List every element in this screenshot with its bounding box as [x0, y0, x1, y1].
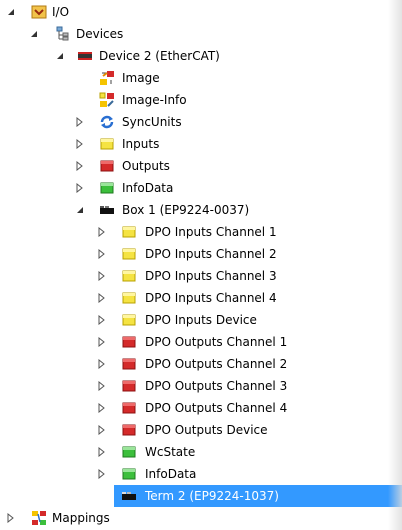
infodata-icon — [121, 466, 137, 482]
collapsed-arrow-icon[interactable] — [98, 358, 106, 370]
collapsed-arrow-icon[interactable] — [98, 468, 106, 480]
tree-item-label: Outputs — [122, 159, 170, 173]
collapsed-arrow-icon[interactable] — [76, 116, 84, 128]
expanded-arrow-icon[interactable] — [76, 204, 84, 214]
tree-item-label: DPO Outputs Channel 2 — [145, 357, 288, 371]
collapsed-arrow-icon[interactable] — [76, 160, 84, 172]
tree-item[interactable]: Term 2 (EP9224-1037) — [0, 485, 402, 507]
collapsed-arrow-icon[interactable] — [98, 336, 106, 348]
inputs-icon — [121, 290, 137, 306]
outputs-icon — [121, 400, 137, 416]
box-module-icon — [99, 202, 115, 218]
syncunits-icon — [99, 114, 115, 130]
collapsed-arrow-icon[interactable] — [98, 248, 106, 260]
tree-item-label: DPO Inputs Channel 2 — [145, 247, 277, 261]
collapsed-arrow-icon[interactable] — [98, 380, 106, 392]
collapsed-arrow-icon[interactable] — [76, 138, 84, 150]
outputs-icon — [121, 378, 137, 394]
tree-item[interactable]: Device 2 (EtherCAT) — [0, 45, 402, 67]
tree-item[interactable]: Inputs — [0, 133, 402, 155]
tree-item[interactable]: DPO Inputs Channel 1 — [0, 221, 402, 243]
tree-item[interactable]: DPO Inputs Channel 2 — [0, 243, 402, 265]
outputs-icon — [121, 334, 137, 350]
expanded-arrow-icon[interactable] — [56, 50, 64, 60]
tree-item[interactable]: DPO Outputs Channel 2 — [0, 353, 402, 375]
collapsed-arrow-icon[interactable] — [98, 424, 106, 436]
collapsed-arrow-icon[interactable] — [98, 314, 106, 326]
tree-item[interactable]: DPO Outputs Device — [0, 419, 402, 441]
tree-item[interactable]: DPO Inputs Channel 3 — [0, 265, 402, 287]
mappings-icon — [31, 510, 47, 526]
tree-item-label: Device 2 (EtherCAT) — [99, 49, 220, 63]
inputs-icon — [121, 246, 137, 262]
tree-item[interactable]: Box 1 (EP9224-0037) — [0, 199, 402, 221]
image-info-icon — [99, 92, 115, 108]
tree-item-label: DPO Outputs Channel 3 — [145, 379, 288, 393]
tree-item-label: DPO Inputs Channel 1 — [145, 225, 277, 239]
outputs-icon — [99, 158, 115, 174]
collapsed-arrow-icon[interactable] — [98, 292, 106, 304]
tree-item[interactable]: WcState — [0, 441, 402, 463]
infodata-icon — [99, 180, 115, 196]
tree-item-label: Inputs — [122, 137, 160, 151]
tree-item-label: DPO Inputs Device — [145, 313, 257, 327]
tree-item-label: I/O — [52, 5, 70, 19]
inputs-icon — [121, 312, 137, 328]
tree-item-label: SyncUnits — [122, 115, 182, 129]
ethercat-device-icon — [77, 48, 93, 64]
tree-item[interactable]: Outputs — [0, 155, 402, 177]
image-icon — [99, 70, 115, 86]
devices-icon — [53, 26, 69, 42]
collapsed-arrow-icon[interactable] — [98, 226, 106, 238]
tree-item-label: DPO Outputs Channel 4 — [145, 401, 288, 415]
tree-item-label: InfoData — [145, 467, 197, 481]
expanded-arrow-icon[interactable] — [30, 28, 38, 38]
io-folder-icon — [31, 4, 47, 20]
expanded-arrow-icon[interactable] — [7, 6, 15, 16]
collapsed-arrow-icon[interactable] — [98, 270, 106, 282]
tree-item[interactable]: DPO Inputs Channel 4 — [0, 287, 402, 309]
tree-item[interactable]: Devices — [0, 23, 402, 45]
collapsed-arrow-icon[interactable] — [98, 402, 106, 414]
inputs-icon — [99, 136, 115, 152]
inputs-icon — [121, 224, 137, 240]
tree-item-label: DPO Inputs Channel 3 — [145, 269, 277, 283]
collapsed-arrow-icon[interactable] — [76, 182, 84, 194]
tree-item-label: Term 2 (EP9224-1037) — [145, 489, 279, 503]
collapsed-arrow-icon[interactable] — [98, 490, 106, 502]
tree-item[interactable]: Image-Info — [0, 89, 402, 111]
collapsed-arrow-icon[interactable] — [98, 446, 106, 458]
tree-item[interactable]: Image — [0, 67, 402, 89]
terminal-module-icon — [121, 488, 137, 504]
infodata-icon — [121, 444, 137, 460]
outputs-icon — [121, 422, 137, 438]
tree-item-label: Devices — [76, 27, 124, 41]
tree-item-label: WcState — [145, 445, 196, 459]
tree-item-label: DPO Inputs Channel 4 — [145, 291, 277, 305]
tree-item-label: DPO Outputs Device — [145, 423, 268, 437]
tree-item[interactable]: Mappings — [0, 507, 402, 529]
tree-item[interactable]: DPO Outputs Channel 4 — [0, 397, 402, 419]
panel-edge-shadow — [388, 0, 402, 530]
tree-item[interactable]: DPO Outputs Channel 1 — [0, 331, 402, 353]
outputs-icon — [121, 356, 137, 372]
tree-item-label: Box 1 (EP9224-0037) — [122, 203, 250, 217]
tree-item[interactable]: SyncUnits — [0, 111, 402, 133]
tree-item[interactable]: InfoData — [0, 463, 402, 485]
tree-item[interactable]: I/O — [0, 1, 402, 23]
solution-tree: I/O Devices Device 2 (EtherCAT) Image Image-… — [0, 0, 402, 530]
tree-item-label: Image-Info — [122, 93, 187, 107]
tree-item[interactable]: InfoData — [0, 177, 402, 199]
tree-item-label: InfoData — [122, 181, 174, 195]
tree-item[interactable]: DPO Outputs Channel 3 — [0, 375, 402, 397]
tree-item[interactable]: DPO Inputs Device — [0, 309, 402, 331]
tree-item-label: DPO Outputs Channel 1 — [145, 335, 288, 349]
tree-item-label: Image — [122, 71, 160, 85]
collapsed-arrow-icon[interactable] — [7, 512, 15, 524]
inputs-icon — [121, 268, 137, 284]
tree-item-label: Mappings — [52, 511, 110, 525]
